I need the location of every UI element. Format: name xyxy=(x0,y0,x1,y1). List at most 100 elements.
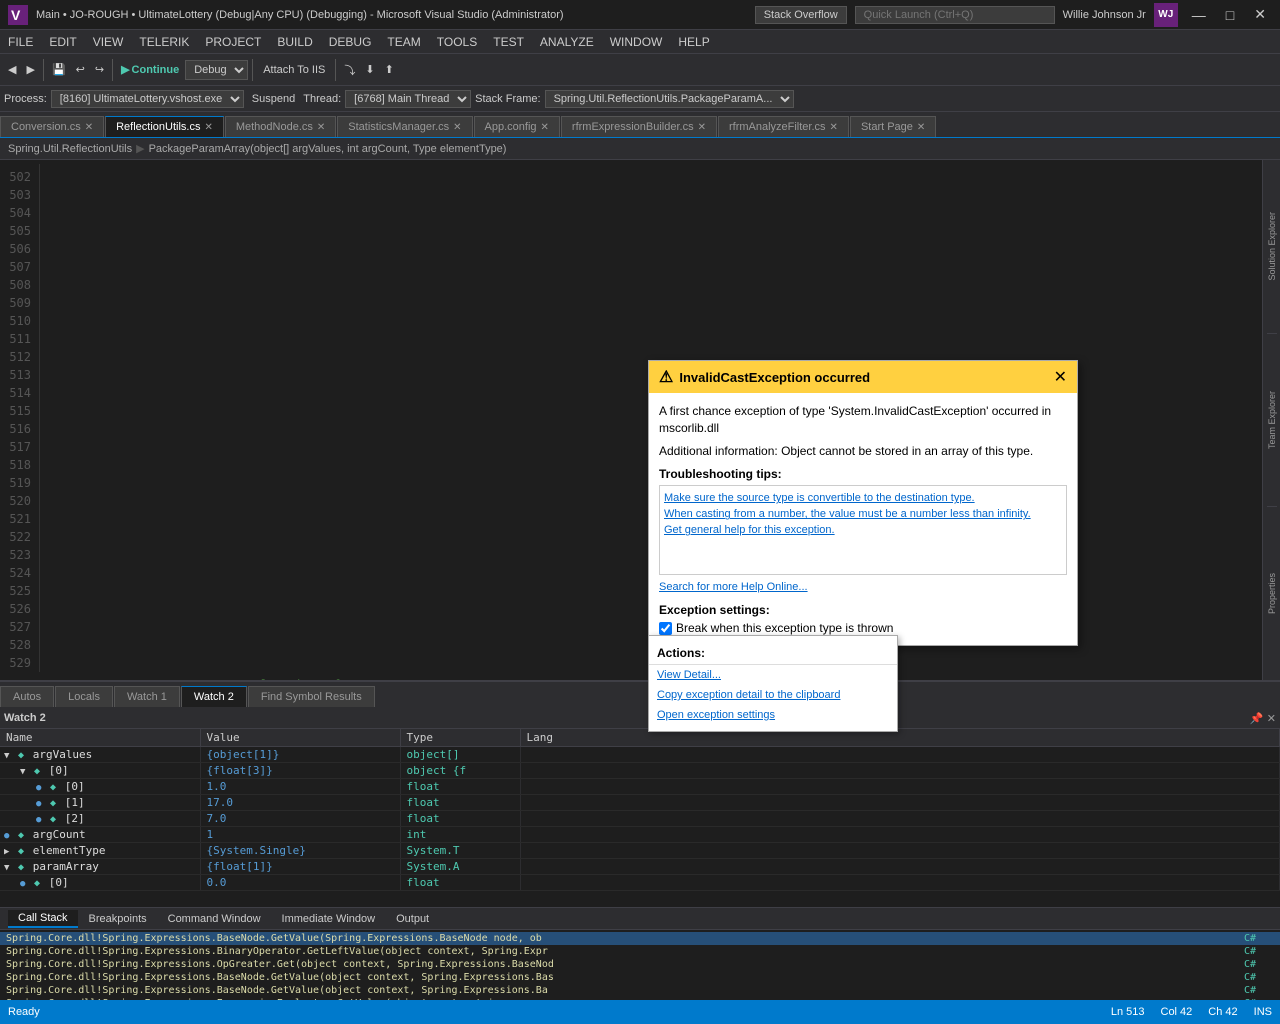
expand-icon-8[interactable]: ● xyxy=(20,879,25,889)
maximize-button[interactable]: □ xyxy=(1220,7,1240,23)
expand-icon-3[interactable]: ● xyxy=(36,799,41,809)
editor-tab-6[interactable]: rfrmAnalyzeFilter.cs✕ xyxy=(718,116,849,137)
tab-close-0[interactable]: ✕ xyxy=(85,122,93,133)
properties-panel[interactable]: Properties xyxy=(1267,507,1277,680)
stack-frame-dropdown[interactable]: Spring.Util.ReflectionUtils.PackageParam… xyxy=(545,90,794,108)
tab-close-1[interactable]: ✕ xyxy=(204,122,212,133)
solution-explorer-panel[interactable]: Solution Explorer xyxy=(1267,160,1277,334)
toolbar: ◀ ▶ 💾 ↩ ↪ ▶ Continue Debug Attach To IIS… xyxy=(0,54,1280,86)
line-num-7: 509 xyxy=(0,294,31,312)
callstack-tab-0[interactable]: Call Stack xyxy=(8,910,78,928)
step-over-button[interactable]: ⤵ xyxy=(340,60,359,80)
editor-tab-5[interactable]: rfrmExpressionBuilder.cs✕ xyxy=(561,116,717,137)
watch-row-7[interactable]: ▼ ◆ paramArray {float[1]} System.A xyxy=(0,859,1280,875)
menu-item-debug[interactable]: DEBUG xyxy=(321,30,380,53)
expand-icon-0[interactable]: ▼ xyxy=(4,751,9,761)
debug-dropdown[interactable]: Debug xyxy=(185,60,248,80)
expand-icon-5[interactable]: ● xyxy=(4,831,9,841)
search-help-link[interactable]: Search for more Help Online... xyxy=(659,579,1067,595)
menu-item-edit[interactable]: EDIT xyxy=(41,30,84,53)
bottom-tab-1[interactable]: Locals xyxy=(55,686,113,707)
tip-1[interactable]: Make sure the source type is convertible… xyxy=(664,490,1062,506)
callstack-tab-4[interactable]: Output xyxy=(386,911,439,927)
watch-row-4[interactable]: ● ◆ [2] 7.0 float xyxy=(0,811,1280,827)
watch-row-6[interactable]: ▶ ◆ elementType {System.Single} System.T xyxy=(0,843,1280,859)
bottom-tab-0[interactable]: Autos xyxy=(0,686,54,707)
watch-row-8[interactable]: ● ◆ [0] 0.0 float xyxy=(0,875,1280,891)
bottom-tab-4[interactable]: Find Symbol Results xyxy=(248,686,375,707)
team-explorer-panel[interactable]: Team Explorer xyxy=(1267,334,1277,508)
callstack-content[interactable]: Spring.Core.dll!Spring.Expressions.BaseN… xyxy=(0,930,1280,1000)
tab-close-2[interactable]: ✕ xyxy=(317,122,325,133)
close-window-button[interactable]: ✕ xyxy=(1248,6,1272,23)
open-settings-link[interactable]: Open exception settings xyxy=(649,705,897,725)
tip-3[interactable]: Get general help for this exception. xyxy=(664,522,1062,538)
step-into-button[interactable]: ⬇ xyxy=(361,61,378,78)
line-num-26: 528 xyxy=(0,636,31,654)
suspend-button[interactable]: Suspend xyxy=(248,91,299,107)
minimize-button[interactable]: — xyxy=(1186,7,1212,23)
menu-item-telerik[interactable]: TELERIK xyxy=(131,30,197,53)
editor-tab-0[interactable]: Conversion.cs✕ xyxy=(0,116,104,137)
menu-item-team[interactable]: TEAM xyxy=(379,30,428,53)
watch-value-2: 1.0 xyxy=(200,779,400,795)
attach-to-iis-button[interactable]: Attach To IIS xyxy=(257,62,331,78)
copy-exception-link[interactable]: Copy exception detail to the clipboard xyxy=(649,685,897,705)
tab-close-4[interactable]: ✕ xyxy=(541,122,549,133)
thread-dropdown[interactable]: [6768] Main Thread xyxy=(345,90,471,108)
undo-button[interactable]: ↩ xyxy=(72,61,89,78)
bottom-tab-3[interactable]: Watch 2 xyxy=(181,686,247,707)
stackoverflow-button[interactable]: Stack Overflow xyxy=(755,6,847,24)
callstack-tab-3[interactable]: Immediate Window xyxy=(272,911,386,927)
editor-tab-7[interactable]: Start Page✕ xyxy=(850,116,936,137)
watch-row-5[interactable]: ● ◆ argCount 1 int xyxy=(0,827,1280,843)
menu-item-tools[interactable]: TOOLS xyxy=(429,30,485,53)
expand-icon-4[interactable]: ● xyxy=(36,815,41,825)
quick-launch-input[interactable] xyxy=(855,6,1055,24)
watch-row-1[interactable]: ▼ ◆ [0] {float[3]} object {f xyxy=(0,763,1280,779)
bottom-tab-2[interactable]: Watch 1 xyxy=(114,686,180,707)
menu-item-build[interactable]: BUILD xyxy=(269,30,320,53)
expand-icon-7[interactable]: ▼ xyxy=(4,863,9,873)
callstack-tab-1[interactable]: Breakpoints xyxy=(79,911,157,927)
editor-tab-3[interactable]: StatisticsManager.cs✕ xyxy=(337,116,472,137)
menu-item-help[interactable]: HELP xyxy=(670,30,717,53)
callstack-tab-2[interactable]: Command Window xyxy=(158,911,271,927)
expand-icon-2[interactable]: ● xyxy=(36,783,41,793)
menu-item-project[interactable]: PROJECT xyxy=(197,30,269,53)
watch-row-2[interactable]: ● ◆ [0] 1.0 float xyxy=(0,779,1280,795)
watch-pin-button[interactable]: 📌 xyxy=(1250,712,1264,725)
menu-item-test[interactable]: TEST xyxy=(485,30,532,53)
exception-close-button[interactable]: ✕ xyxy=(1054,367,1067,387)
tab-close-5[interactable]: ✕ xyxy=(698,122,706,133)
process-bar: Process: [8160] UltimateLottery.vshost.e… xyxy=(0,86,1280,112)
continue-button[interactable]: ▶ Continue xyxy=(117,61,183,78)
forward-button[interactable]: ▶ xyxy=(22,61,38,78)
watch-close-button[interactable]: ✕ xyxy=(1267,712,1276,725)
menu-item-file[interactable]: FILE xyxy=(0,30,41,53)
process-dropdown[interactable]: [8160] UltimateLottery.vshost.exe xyxy=(51,90,244,108)
tab-close-7[interactable]: ✕ xyxy=(917,122,925,133)
code-content[interactable]: /// <param name="argCount">Total number … xyxy=(0,672,1262,680)
redo-button[interactable]: ↪ xyxy=(91,61,108,78)
tips-box[interactable]: Make sure the source type is convertible… xyxy=(659,485,1067,575)
save-button[interactable]: 💾 xyxy=(48,61,70,78)
break-checkbox[interactable] xyxy=(659,622,672,635)
menu-item-analyze[interactable]: ANALYZE xyxy=(532,30,602,53)
expand-icon-1[interactable]: ▼ xyxy=(20,767,25,777)
menu-item-view[interactable]: VIEW xyxy=(85,30,132,53)
editor-tab-1[interactable]: ReflectionUtils.cs✕ xyxy=(105,116,224,137)
tip-2[interactable]: When casting from a number, the value mu… xyxy=(664,506,1062,522)
step-out-button[interactable]: ⬆ xyxy=(381,61,398,78)
editor-tab-4[interactable]: App.config✕ xyxy=(474,116,560,137)
view-detail-link[interactable]: View Detail... xyxy=(649,665,897,685)
expand-icon-6[interactable]: ▶ xyxy=(4,847,9,857)
editor-tab-2[interactable]: MethodNode.cs✕ xyxy=(225,116,336,137)
back-button[interactable]: ◀ xyxy=(4,61,20,78)
tab-close-3[interactable]: ✕ xyxy=(453,122,461,133)
menu-item-window[interactable]: WINDOW xyxy=(602,30,671,53)
watch-table[interactable]: Name Value Type Lang ▼ ◆ argValues {obje… xyxy=(0,729,1280,907)
tab-close-6[interactable]: ✕ xyxy=(830,122,838,133)
watch-row-3[interactable]: ● ◆ [1] 17.0 float xyxy=(0,795,1280,811)
watch-row-0[interactable]: ▼ ◆ argValues {object[1]} object[] xyxy=(0,747,1280,763)
